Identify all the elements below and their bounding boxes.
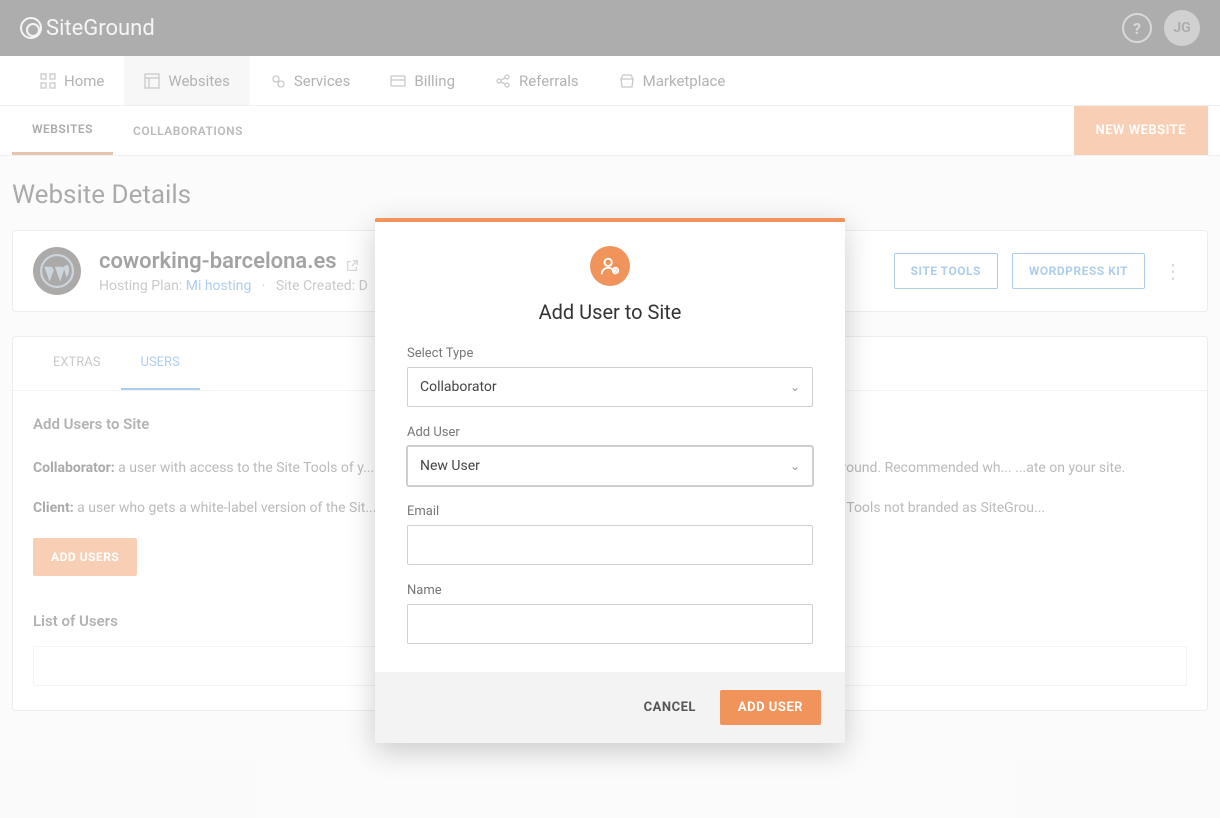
modal-overlay[interactable]: Add User to Site Select Type Collaborato… (0, 0, 1220, 818)
form-group-adduser: Add User New User ⌄ (407, 425, 813, 486)
form-group-email: Email (407, 504, 813, 565)
add-user-button[interactable]: ADD USER (720, 690, 821, 725)
add-user-dropdown[interactable]: New User ⌄ (407, 446, 813, 486)
add-user-label: Add User (407, 425, 813, 440)
add-user-icon (590, 246, 630, 286)
modal-title: Add User to Site (407, 300, 813, 324)
chevron-down-icon: ⌄ (790, 459, 800, 473)
email-input[interactable] (407, 525, 813, 565)
form-group-name: Name (407, 583, 813, 644)
select-type-value: Collaborator (420, 379, 497, 395)
modal-content: Add User to Site Select Type Collaborato… (375, 222, 845, 672)
select-type-dropdown[interactable]: Collaborator ⌄ (407, 367, 813, 407)
modal-icon-wrap (407, 246, 813, 286)
name-label: Name (407, 583, 813, 598)
modal: Add User to Site Select Type Collaborato… (375, 218, 845, 743)
modal-footer: CANCEL ADD USER (375, 672, 845, 743)
chevron-down-icon: ⌄ (790, 380, 800, 394)
name-input[interactable] (407, 604, 813, 644)
add-user-value: New User (420, 458, 480, 474)
cancel-button[interactable]: CANCEL (630, 690, 710, 725)
select-type-label: Select Type (407, 346, 813, 361)
form-group-type: Select Type Collaborator ⌄ (407, 346, 813, 407)
email-label: Email (407, 504, 813, 519)
